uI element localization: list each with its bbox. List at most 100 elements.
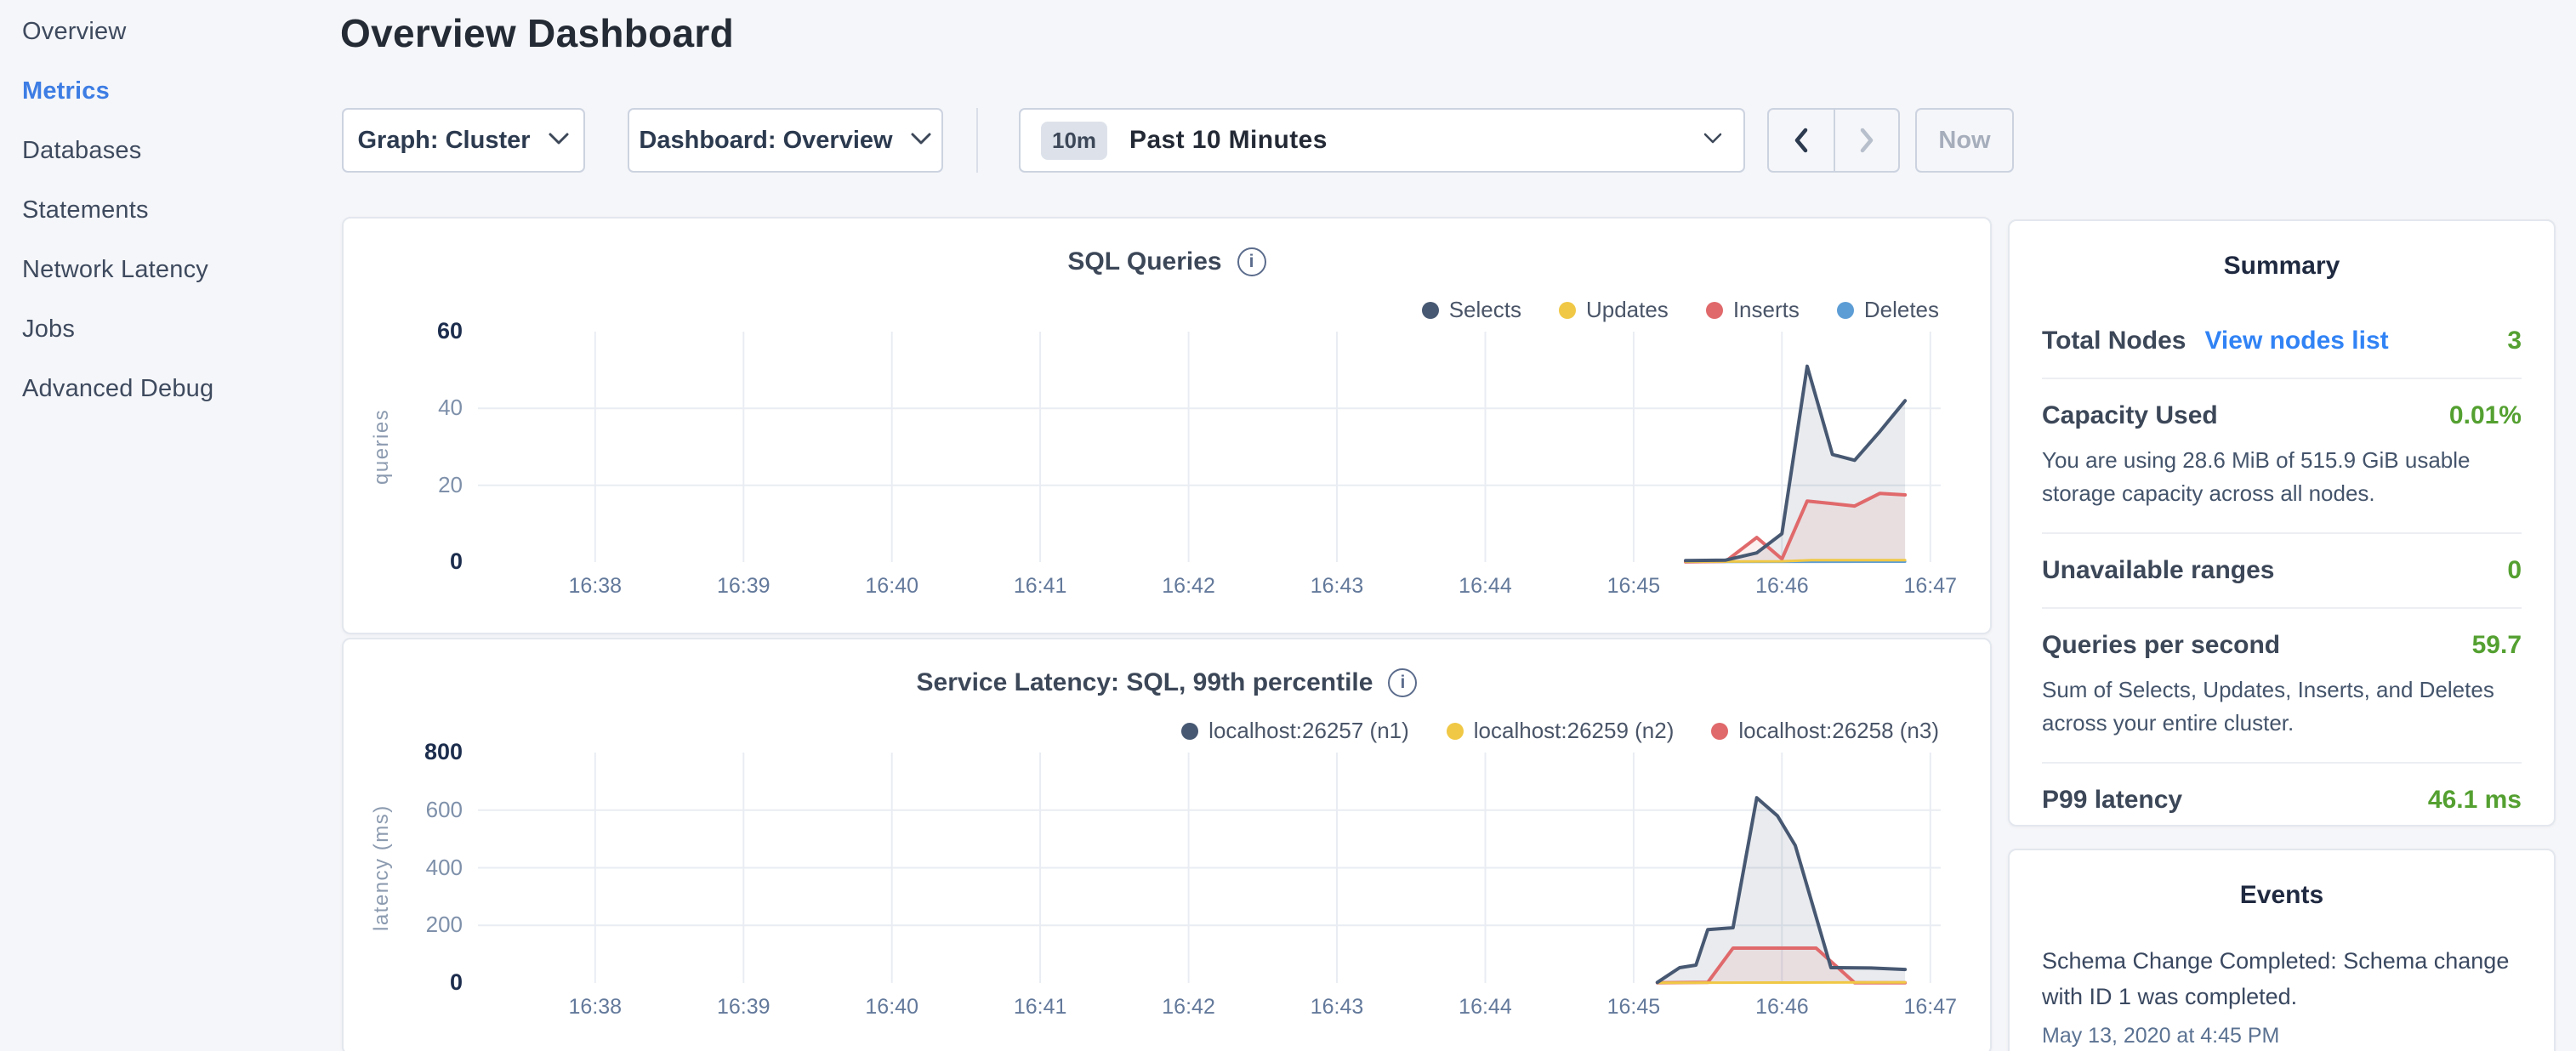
sidebar-item-label: Jobs [22,315,75,343]
x-tick-label: 16:47 [1875,574,1986,599]
dashboard-dropdown-label: Dashboard: Overview [639,127,892,155]
legend-dot-icon [1711,723,1728,740]
chart-title-row: SQL Queries i [344,247,1990,276]
sidebar-nav: Overview Metrics Databases Statements Networ… [0,0,340,418]
chart-plot-area[interactable] [478,332,1941,562]
y-tick-label: 0 [378,548,463,575]
sidebar-item-advanced-debug[interactable]: Advanced Debug [0,359,340,418]
time-range-badge: 10m [1041,122,1107,160]
summary-row: P99 latency 46.1 ms [2042,762,2522,837]
info-icon[interactable]: i [1237,247,1266,276]
time-range-label: Past 10 Minutes [1129,126,1328,155]
legend-item: localhost:26257 (n1) [1181,718,1409,744]
view-nodes-link[interactable]: View nodes list [2204,327,2388,355]
x-tick-label: 16:38 [540,995,651,1020]
legend-dot-icon [1422,302,1439,319]
dashboard-dropdown[interactable]: Dashboard: Overview [628,108,943,173]
sidebar-item-label: Network Latency [22,256,208,283]
sidebar-item-label: Metrics [22,77,110,105]
y-tick-label: 0 [378,969,463,996]
sidebar-item-statements[interactable]: Statements [0,180,340,240]
legend-dot-icon [1837,302,1854,319]
summary-row-value: 0.01% [2449,401,2522,430]
sidebar-item-label: Databases [22,137,141,164]
x-tick-label: 16:46 [1726,574,1837,599]
legend-dot-icon [1447,723,1464,740]
sidebar-item-databases[interactable]: Databases [0,121,340,180]
summary-row-value: 3 [2507,327,2522,355]
step-back-button[interactable] [1769,110,1834,171]
y-tick-label: 800 [378,739,463,765]
x-tick-label: 16:45 [1578,574,1689,599]
x-tick-label: 16:44 [1430,995,1540,1020]
legend-label: Deletes [1864,297,1939,323]
chart-card: Service Latency: SQL, 99th percentile i … [342,638,1992,1051]
x-tick-label: 16:41 [985,995,1095,1020]
time-range-selector[interactable]: 10m Past 10 Minutes [1019,108,1745,173]
x-tick-label: 16:40 [837,995,947,1020]
chevron-right-icon [1857,127,1876,154]
x-tick-label: 16:39 [688,995,799,1020]
event-text: Schema Change Completed: Schema change w… [2042,944,2522,1015]
sidebar-item-label: Advanced Debug [22,375,213,402]
x-tick-label: 16:42 [1134,995,1244,1020]
events-panel: Events Schema Change Completed: Schema c… [2008,849,2556,1051]
summary-row: Unavailable ranges 0 [2042,532,2522,607]
summary-row-value: 59.7 [2472,631,2522,660]
step-forward-button[interactable] [1834,110,1898,171]
x-tick-label: 16:40 [837,574,947,599]
legend-item: Inserts [1706,297,1800,323]
summary-row-description: Sum of Selects, Updates, Inserts, and De… [2042,673,2522,740]
legend-item: Updates [1559,297,1669,323]
sidebar-item-metrics[interactable]: Metrics [0,61,340,121]
summary-row-label: Queries per second [2042,631,2280,660]
sidebar-item-jobs[interactable]: Jobs [0,299,340,359]
x-tick-label: 16:38 [540,574,651,599]
x-tick-label: 16:47 [1875,995,1986,1020]
legend-label: localhost:26258 (n3) [1738,718,1939,744]
x-tick-label: 16:42 [1134,574,1244,599]
chevron-down-icon [910,132,932,150]
db-console-page: Overview Metrics Databases Statements Networ… [0,0,2576,1051]
legend-label: Updates [1586,297,1669,323]
controls-divider [976,108,978,173]
chevron-left-icon [1792,127,1811,154]
graph-dropdown[interactable]: Graph: Cluster [342,108,585,173]
chart-legend: localhost:26257 (n1) localhost:26259 (n2… [1181,718,1939,744]
info-icon[interactable]: i [1388,668,1417,697]
legend-label: localhost:26259 (n2) [1474,718,1675,744]
summary-row-value: 0 [2507,556,2522,585]
chart-title: SQL Queries [1067,247,1221,276]
chart-legend: Selects Updates Inserts Deletes [1422,297,1939,323]
x-tick-label: 16:44 [1430,574,1540,599]
y-tick-label: 600 [378,797,463,823]
x-tick-label: 16:41 [985,574,1095,599]
sidebar-item-overview[interactable]: Overview [0,2,340,61]
y-tick-label: 60 [378,318,463,344]
chart-card: SQL Queries i Selects Updates Inserts De… [342,217,1992,634]
x-tick-label: 16:43 [1282,574,1392,599]
event-item[interactable]: Schema Change Completed: Schema change w… [2042,944,2522,1048]
graph-dropdown-label: Graph: Cluster [357,127,530,155]
summary-row-label: Total Nodes [2042,327,2186,355]
summary-row-value: 46.1 ms [2428,786,2522,815]
summary-row: Capacity Used 0.01% You are using 28.6 M… [2042,378,2522,532]
time-step-buttons [1767,108,1900,173]
summary-row-label: Unavailable ranges [2042,556,2274,585]
now-button[interactable]: Now [1915,108,2014,173]
summary-row-label: P99 latency [2042,786,2182,815]
sidebar-item-label: Overview [22,18,126,45]
summary-row-description: You are using 28.6 MiB of 515.9 GiB usab… [2042,444,2522,510]
chevron-down-icon [548,132,570,150]
y-tick-label: 400 [378,855,463,881]
y-tick-label: 40 [378,395,463,421]
legend-label: localhost:26257 (n1) [1208,718,1409,744]
chart-plot-area[interactable] [478,753,1941,983]
legend-dot-icon [1559,302,1576,319]
chart-title-row: Service Latency: SQL, 99th percentile i [344,668,1990,697]
sidebar-item-network-latency[interactable]: Network Latency [0,240,340,299]
summary-row: Queries per second 59.7 Sum of Selects, … [2042,607,2522,762]
sidebar-list: Overview Metrics Databases Statements Networ… [0,2,340,418]
x-tick-label: 16:39 [688,574,799,599]
x-tick-label: 16:46 [1726,995,1837,1020]
